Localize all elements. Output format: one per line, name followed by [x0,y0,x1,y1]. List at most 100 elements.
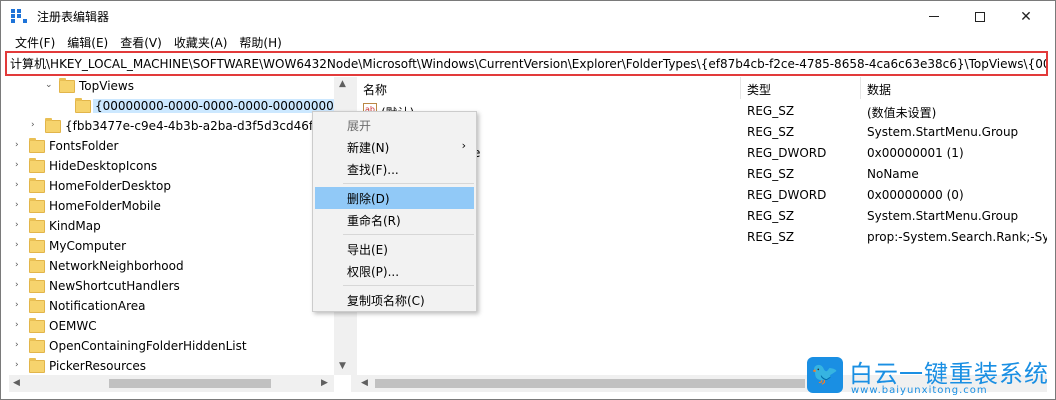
tree-item[interactable]: › OEMWC [9,317,334,337]
folder-icon [29,158,45,173]
tree-item-label: OEMWC [49,319,97,333]
value-data: 0x00000001 (1) [867,146,964,160]
window-title: 注册表编辑器 [37,10,110,24]
chevron-right-icon[interactable]: › [15,361,23,370]
context-menu-new[interactable]: 新建(N) › [315,136,474,158]
tree-item-label: HomeFolderDesktop [49,179,172,193]
tree-item[interactable]: › OpenContainingFolderHiddenList [9,337,334,357]
minimize-button[interactable] [911,1,957,32]
tree-item[interactable]: › NewShortcutHandlers [9,277,334,297]
menu-separator [343,285,474,286]
tree-item-label: {fbb3477e-c9e4-4b3b-a2ba-d3f5d3cd46f9} [65,119,329,133]
folder-icon [29,338,45,353]
address-bar[interactable]: 计算机\HKEY_LOCAL_MACHINE\SOFTWARE\WOW6432N… [5,51,1048,76]
tree-item[interactable]: › HideDesktopIcons [9,157,334,177]
chevron-right-icon[interactable]: › [15,161,23,170]
menu-edit[interactable]: 编辑(E) [61,32,114,51]
tree-item[interactable]: › FontsFolder [9,137,334,157]
tree-item-fbb3477e[interactable]: › {fbb3477e-c9e4-4b3b-a2ba-d3f5d3cd46f9} [9,117,334,137]
tree-item[interactable]: › HomeFolderDesktop [9,177,334,197]
scroll-right-icon[interactable]: ▶ [321,378,328,388]
tree-item[interactable]: › NotificationArea [9,297,334,317]
menu-favorites[interactable]: 收藏夹(A) [168,32,234,51]
menu-separator [343,234,474,235]
minimize-icon [929,16,939,17]
chevron-right-icon[interactable]: › [15,201,23,210]
watermark-title: 白云一键重装系统 [849,360,1049,388]
menu-bar: 文件(F) 编辑(E) 查看(V) 收藏夹(A) 帮助(H) [1,32,1055,51]
maximize-button[interactable] [957,1,1003,32]
tree-item-label: TopViews [79,79,134,93]
value-data: (数值未设置) [867,106,937,120]
value-data: NoName [867,167,919,181]
column-header-type[interactable]: 类型 [741,77,861,99]
chevron-right-icon[interactable]: › [15,221,23,230]
chevron-right-icon[interactable]: › [15,141,23,150]
scroll-left-icon[interactable]: ◀ [361,378,368,388]
submenu-arrow-icon: › [461,139,466,152]
chevron-right-icon[interactable]: › [15,181,23,190]
regedit-app-icon [11,9,27,23]
chevron-right-icon[interactable]: › [15,341,23,350]
watermark-logo: 🐦 白云一键重装系统 www.baiyunxitong.com [801,353,1051,399]
menu-file[interactable]: 文件(F) [9,32,61,51]
tree-item-label: NotificationArea [49,299,146,313]
scroll-thumb[interactable] [109,379,271,388]
tree-item-selected-key[interactable]: {00000000-0000-0000-0000-000000000000} [69,97,351,117]
context-menu-find[interactable]: 查找(F)... [315,158,474,180]
folder-icon [59,78,75,93]
chevron-right-icon[interactable]: › [15,261,23,270]
chevron-right-icon[interactable]: › [15,321,23,330]
tree-item-topviews[interactable]: ⌄ TopViews [9,77,334,97]
tree-item[interactable]: › HomeFolderMobile [9,197,334,217]
folder-icon [29,218,45,233]
tree-item-label: HideDesktopIcons [49,159,158,173]
context-menu: 展开 新建(N) › 查找(F)... 删除(D) 重命名(R) 导出(E) 权… [312,111,477,312]
menu-view[interactable]: 查看(V) [114,32,168,51]
tree-item[interactable]: › KindMap [9,217,334,237]
twitter-bird-icon: 🐦 [807,357,843,393]
folder-icon [29,358,45,373]
context-menu-rename[interactable]: 重命名(R) [315,209,474,231]
scroll-thumb[interactable] [375,379,805,388]
context-menu-label: 新建(N) [347,141,390,155]
tree-item-label: KindMap [49,219,101,233]
value-type: REG_SZ [747,104,795,118]
context-menu-delete[interactable]: 删除(D) [315,187,474,209]
value-type: REG_DWORD [747,146,827,160]
value-type: REG_SZ [747,125,795,139]
chevron-right-icon[interactable]: › [15,301,23,310]
scroll-up-icon[interactable]: ▲ [339,79,346,89]
context-menu-export[interactable]: 导出(E) [315,238,474,260]
close-icon: ✕ [1020,8,1032,25]
tree-item[interactable]: › NetworkNeighborhood [9,257,334,277]
context-menu-permissions[interactable]: 权限(P)... [315,260,474,282]
context-menu-expand[interactable]: 展开 [315,114,474,136]
title-bar[interactable]: 注册表编辑器 ✕ [1,1,1055,32]
tree-item-label: OpenContainingFolderHiddenList [49,339,247,353]
chevron-down-icon[interactable]: ⌄ [45,81,53,90]
scroll-left-icon[interactable]: ◀ [13,378,20,388]
column-header-name[interactable]: 名称 [357,77,741,99]
folder-icon [29,318,45,333]
folder-icon [29,238,45,253]
tree-horizontal-scrollbar[interactable]: ◀ ▶ [9,375,334,392]
tree-item[interactable]: › MyComputer [9,237,334,257]
chevron-right-icon[interactable]: › [15,241,23,250]
key-tree: ⌄ TopViews {00000000-0000-0000-0000-0000… [9,77,351,392]
scroll-down-icon[interactable]: ▼ [339,361,346,371]
column-header-data[interactable]: 数据 [861,77,1047,99]
menu-help[interactable]: 帮助(H) [233,32,287,51]
value-type: REG_SZ [747,167,795,181]
tree-item-label: FontsFolder [49,139,119,153]
value-data: prop:-System.Search.Rank;-Sys [867,230,1047,244]
chevron-right-icon[interactable]: › [15,281,23,290]
folder-icon [29,178,45,193]
folder-icon [45,118,61,133]
folder-icon [29,278,45,293]
chevron-right-icon[interactable]: › [31,121,39,130]
close-button[interactable]: ✕ [1003,1,1049,32]
value-type: REG_SZ [747,209,795,223]
tree-item[interactable]: › PickerResources [9,357,334,377]
context-menu-copy-key-name[interactable]: 复制项名称(C) [315,289,474,311]
